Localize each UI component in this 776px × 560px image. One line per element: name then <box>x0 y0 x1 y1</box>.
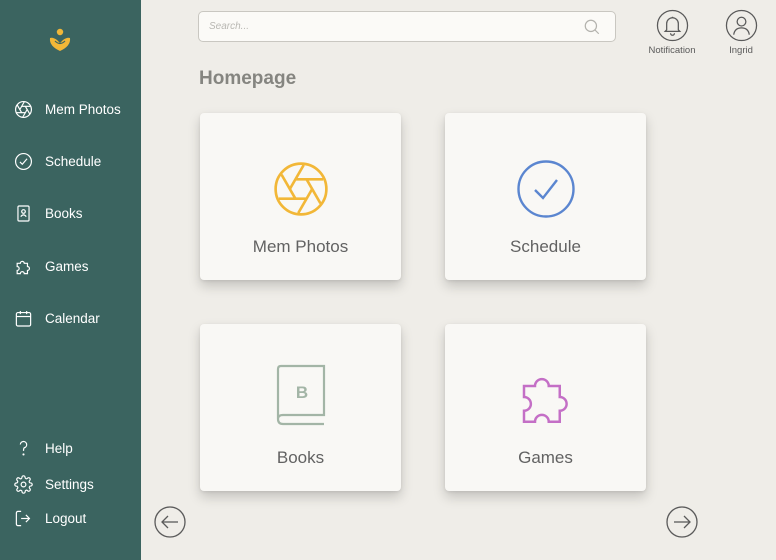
main-content: Notification Ingrid Homepage Mem Photos … <box>141 0 776 560</box>
card-label: Games <box>518 448 573 467</box>
search-icon[interactable] <box>583 18 601 36</box>
sidebar-item-books[interactable]: Books <box>14 202 83 224</box>
logo-icon <box>49 28 71 51</box>
aperture-icon <box>273 162 328 216</box>
svg-text:B: B <box>295 383 307 402</box>
sidebar-item-label: Schedule <box>45 153 102 169</box>
sidebar-item-logout[interactable]: Logout <box>14 507 86 529</box>
user-profile-button[interactable]: Ingrid <box>711 9 771 56</box>
sidebar-item-help[interactable]: Help <box>14 437 73 459</box>
book-icon <box>17 204 30 222</box>
sidebar-item-label: Calendar <box>45 310 100 326</box>
sidebar-item-settings[interactable]: Settings <box>14 473 94 495</box>
sidebar-item-label: Help <box>45 440 73 456</box>
puzzle-icon <box>16 260 31 274</box>
check-circle-icon <box>14 152 33 170</box>
calendar-icon <box>15 310 32 327</box>
previous-arrow-icon[interactable] <box>154 506 186 538</box>
search-input[interactable] <box>209 12 569 41</box>
question-icon <box>19 440 28 456</box>
user-name-label: Ingrid <box>729 45 753 56</box>
notification-label: Notification <box>648 45 696 56</box>
card-label: Schedule <box>510 237 581 256</box>
sidebar-item-schedule[interactable]: Schedule <box>14 150 101 172</box>
notification-button[interactable]: Notification <box>642 9 702 56</box>
sidebar-item-label: Logout <box>45 510 87 526</box>
card-label: Mem Photos <box>252 237 349 256</box>
sidebar: Mem Photos Schedule Books Games Calendar… <box>0 0 141 560</box>
sidebar-item-mem-photos[interactable]: Mem Photos <box>14 98 121 120</box>
sidebar-item-label: Games <box>45 258 89 274</box>
next-arrow-icon[interactable] <box>666 506 698 538</box>
page-title: Homepage <box>199 68 297 89</box>
gear-icon <box>14 474 33 494</box>
sidebar-item-games[interactable]: Games <box>14 255 89 277</box>
bell-icon <box>656 9 688 42</box>
card-schedule[interactable]: Schedule <box>445 113 646 280</box>
card-mem-photos[interactable]: Mem Photos <box>200 113 401 280</box>
sidebar-item-calendar[interactable]: Calendar <box>14 307 100 329</box>
card-label: Books <box>276 448 325 467</box>
check-circle-icon <box>516 160 575 218</box>
aperture-icon <box>14 100 33 118</box>
puzzle-icon <box>522 377 568 423</box>
sidebar-item-label: Mem Photos <box>45 101 121 117</box>
user-icon <box>725 9 757 42</box>
logout-icon <box>15 510 31 526</box>
sidebar-item-label: Books <box>45 205 83 221</box>
card-books[interactable]: B Books <box>200 324 401 491</box>
search-bar <box>198 11 616 42</box>
sidebar-item-label: Settings <box>45 476 94 492</box>
book-b-icon: B <box>276 364 325 426</box>
card-games[interactable]: Games <box>445 324 646 491</box>
